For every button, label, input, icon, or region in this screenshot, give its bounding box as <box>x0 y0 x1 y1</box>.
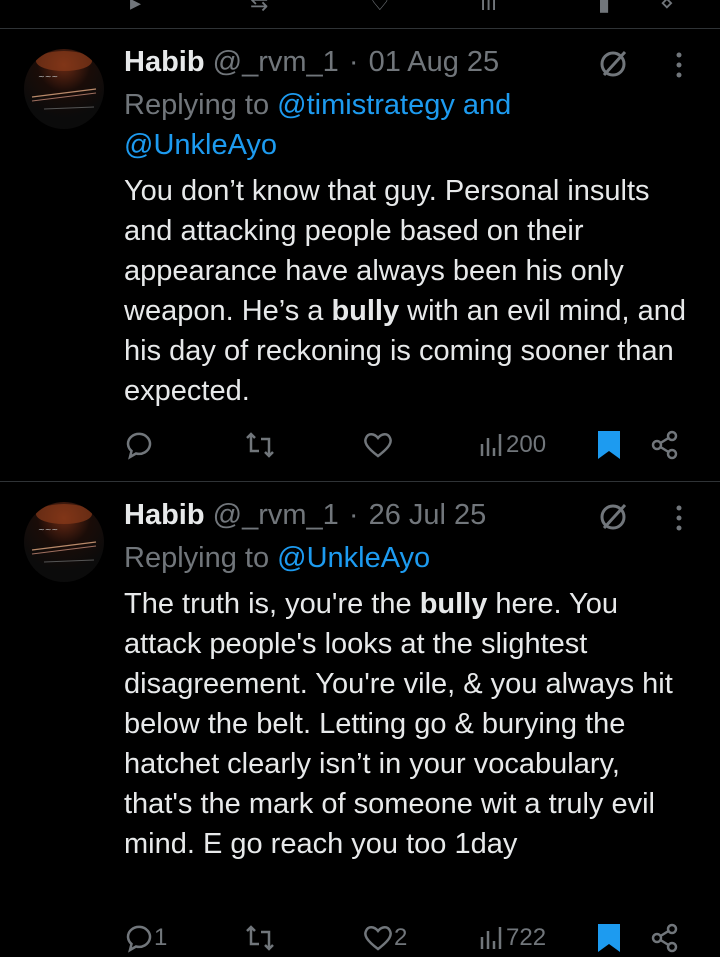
retweet-icon <box>246 432 274 458</box>
share-button[interactable] <box>650 427 680 463</box>
more-icon[interactable] <box>674 51 684 86</box>
mention-link[interactable]: @UnkleAyo <box>277 542 430 574</box>
timestamp[interactable]: 26 Jul 25 <box>369 499 487 531</box>
handle[interactable]: @_rvm_1 <box>213 499 339 531</box>
retweet-icon[interactable]: ⇆ <box>250 0 268 16</box>
retweet-button[interactable] <box>244 427 276 463</box>
reply-icon <box>126 432 152 460</box>
replying-to: Replying to @UnkleAyo <box>124 538 684 578</box>
mention-link[interactable]: @UnkleAyo <box>124 129 277 161</box>
avatar[interactable]: ~~~ <box>24 502 104 582</box>
reply-count: 1 <box>154 924 168 951</box>
grok-icon[interactable] <box>598 47 630 84</box>
tweet-text: You don’t know that guy. Personal insult… <box>124 171 694 411</box>
tweet[interactable]: ~~~ Habib @_rvm_1 · 01 Aug 25 Replying t… <box>0 29 720 482</box>
tweet[interactable]: ~~~ Habib @_rvm_1 · 26 Jul 25 Replying t… <box>0 482 720 957</box>
tweet-text-part: here. You attack people's looks at the s… <box>124 588 673 860</box>
views-button[interactable]: 722 <box>478 920 546 956</box>
replying-to: Replying to @timistrategy and @UnkleAyo <box>124 85 684 165</box>
views-button[interactable]: 200 <box>478 427 546 463</box>
views-icon[interactable]: ılı <box>480 0 497 16</box>
replying-label: Replying to <box>124 542 278 574</box>
like-icon <box>364 926 392 951</box>
more-icon[interactable] <box>674 504 684 539</box>
replying-label: Replying to <box>124 89 278 121</box>
share-icon <box>651 923 678 953</box>
grok-icon[interactable] <box>598 500 630 537</box>
view-count: 722 <box>506 924 547 951</box>
reply-icon <box>126 925 152 953</box>
handle[interactable]: @_rvm_1 <box>213 46 339 78</box>
separator: · <box>348 499 359 531</box>
tweet-actions: 1 2 722 <box>124 920 684 956</box>
bookmark-icon[interactable]: ▮ <box>598 0 610 16</box>
reply-button[interactable]: 1 <box>124 920 167 956</box>
views-icon <box>480 434 502 456</box>
tweet-header: Habib @_rvm_1 · 26 Jul 25 <box>124 498 486 532</box>
views-icon <box>480 927 502 949</box>
reply-icon[interactable]: ▸ <box>130 0 141 16</box>
tweet-header: Habib @_rvm_1 · 01 Aug 25 <box>124 45 499 79</box>
tweet-text-part: The truth is, you're the <box>124 588 420 620</box>
svg-text:~~~: ~~~ <box>38 525 58 534</box>
separator: · <box>348 46 359 78</box>
like-icon[interactable]: ♡ <box>370 0 390 16</box>
like-count: 2 <box>394 924 408 951</box>
display-name[interactable]: Habib <box>124 46 205 78</box>
share-button[interactable] <box>650 920 680 956</box>
tweet-text: The truth is, you're the bully here. You… <box>124 584 694 864</box>
svg-text:~~~: ~~~ <box>38 72 58 81</box>
mention-link[interactable]: @timistrategy and <box>277 89 511 121</box>
tweet-text-bold: bully <box>419 588 488 620</box>
retweet-button[interactable] <box>244 920 276 956</box>
share-icon[interactable]: ⋄ <box>660 0 674 16</box>
avatar[interactable]: ~~~ <box>24 49 104 129</box>
bookmark-icon <box>598 924 620 952</box>
timestamp[interactable]: 01 Aug 25 <box>369 46 500 78</box>
tweet-text-bold: bully <box>331 295 400 327</box>
tweet-actions: 200 <box>124 427 684 463</box>
bookmark-button[interactable] <box>596 920 622 956</box>
view-count: 200 <box>506 431 547 458</box>
reply-button[interactable] <box>124 427 154 463</box>
share-icon <box>651 430 678 460</box>
previous-tweet-actions: ▸ ⇆ ♡ ılı ▮ ⋄ <box>0 0 720 29</box>
bookmark-button[interactable] <box>596 427 622 463</box>
bookmark-icon <box>598 431 620 459</box>
display-name[interactable]: Habib <box>124 499 205 531</box>
retweet-icon <box>246 925 274 951</box>
like-button[interactable] <box>362 427 394 463</box>
like-button[interactable]: 2 <box>362 920 407 956</box>
like-icon <box>364 433 392 458</box>
